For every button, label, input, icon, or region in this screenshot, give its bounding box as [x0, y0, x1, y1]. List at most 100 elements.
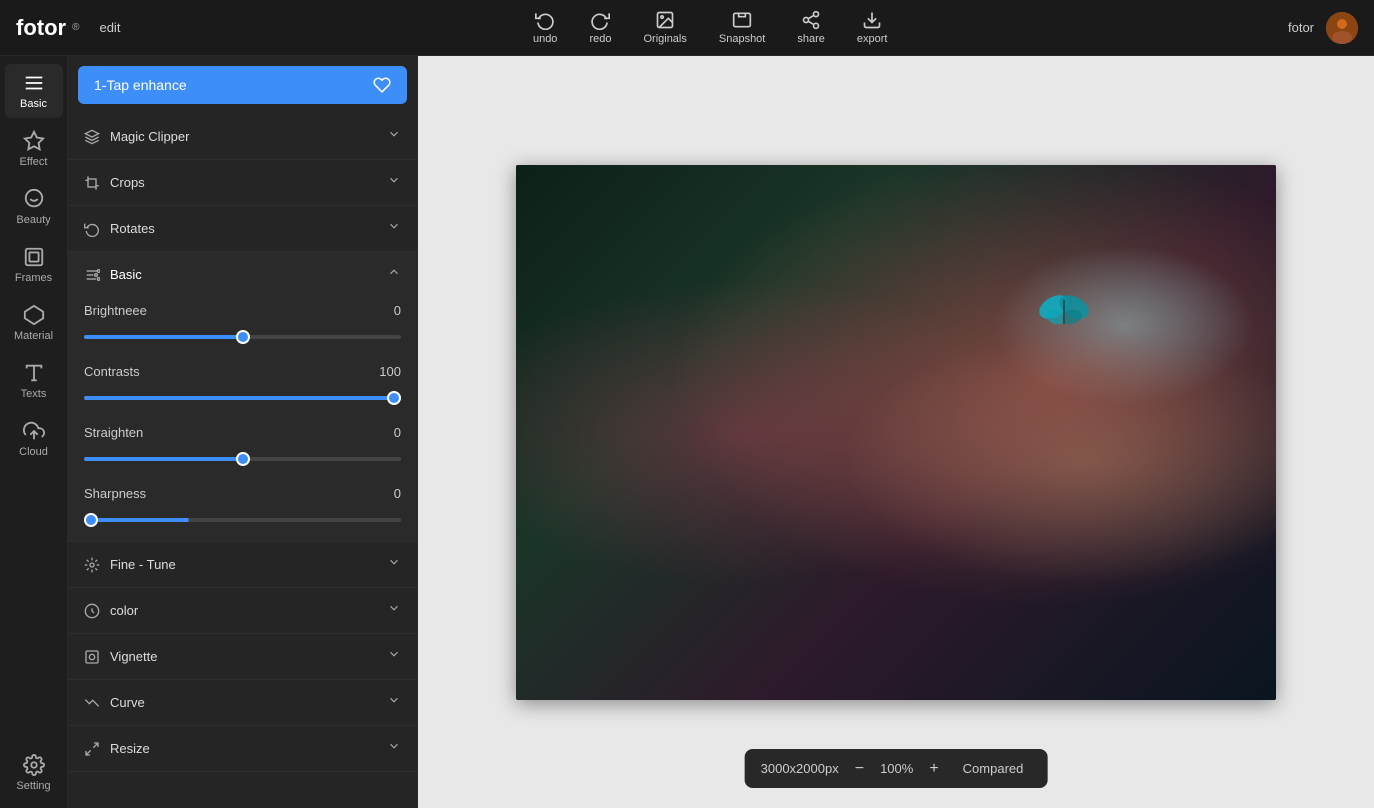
snapshot-icon [732, 10, 752, 30]
vignette-left: Vignette [84, 649, 157, 665]
sidebar-item-texts[interactable]: Texts [5, 354, 63, 408]
icon-bar: Basic Effect Beauty Frames Material Text… [0, 56, 68, 808]
basic-section-icon [84, 267, 100, 283]
texts-icon [23, 362, 45, 384]
color-left: color [84, 603, 138, 619]
zoom-level: 100% [880, 761, 913, 776]
brightness-row: Brightneee 0 [84, 303, 401, 318]
magic-clipper-label: Magic Clipper [110, 129, 189, 144]
sidebar-item-cloud[interactable]: Cloud [5, 412, 63, 466]
color-header[interactable]: color [68, 588, 417, 633]
redo-icon [590, 10, 610, 30]
zoom-in-button[interactable]: + [925, 758, 942, 780]
resize-icon [84, 741, 100, 757]
curve-icon [84, 695, 100, 711]
sidebar-item-label: Material [14, 330, 53, 342]
export-action[interactable]: export [857, 10, 888, 45]
undo-label: undo [533, 33, 557, 45]
basic-icon [23, 72, 45, 94]
avatar[interactable] [1326, 12, 1358, 44]
rotates-icon [84, 221, 100, 237]
enhance-label: 1-Tap enhance [94, 77, 187, 93]
sidebar-item-frames[interactable]: Frames [5, 238, 63, 292]
redo-label: redo [589, 33, 611, 45]
rotates-section: Rotates [68, 206, 417, 252]
sharpness-value: 0 [394, 486, 401, 501]
snapshot-action[interactable]: Snapshot [719, 10, 765, 45]
curve-label: Curve [110, 695, 145, 710]
sidebar-item-material[interactable]: Material [5, 296, 63, 350]
sidebar-item-label: Texts [21, 388, 47, 400]
vignette-header[interactable]: Vignette [68, 634, 417, 679]
enhance-button[interactable]: 1-Tap enhance [78, 66, 407, 104]
redo-action[interactable]: redo [589, 10, 611, 45]
export-icon [862, 10, 882, 30]
crops-left: Crops [84, 175, 145, 191]
sidebar-item-effect[interactable]: Effect [5, 122, 63, 176]
straighten-input[interactable] [84, 457, 401, 461]
originals-icon [655, 10, 675, 30]
undo-action[interactable]: undo [533, 10, 557, 45]
edit-label: edit [99, 20, 120, 35]
compare-button[interactable]: Compared [955, 757, 1032, 780]
user-name: fotor [1288, 20, 1314, 35]
resize-section: Resize [68, 726, 417, 772]
chevron-icon [387, 173, 401, 192]
magic-clipper-header[interactable]: Magic Clipper [68, 114, 417, 159]
magic-clipper-icon [84, 129, 100, 145]
logo-sup: ® [72, 22, 79, 33]
share-label: share [797, 33, 825, 45]
contrasts-input[interactable] [84, 396, 401, 400]
resize-header[interactable]: Resize [68, 726, 417, 771]
color-section: color [68, 588, 417, 634]
straighten-label: Straighten [84, 425, 143, 440]
fine-tune-section: Fine - Tune [68, 542, 417, 588]
sidebar-item-setting[interactable]: Setting [5, 746, 63, 800]
photo-overlay [516, 165, 1276, 700]
sharpness-input[interactable] [84, 518, 401, 522]
color-label: color [110, 603, 138, 618]
chevron-icon [387, 127, 401, 146]
side-panel: 1-Tap enhance Magic Clipper Crops [68, 56, 418, 808]
header-right: fotor [1288, 12, 1358, 44]
logo-text: fotor [16, 15, 66, 41]
edit-dropdown[interactable]: edit [91, 16, 132, 39]
header: fotor ® edit undo redo Originals Snapshot… [0, 0, 1374, 56]
crops-label: Crops [110, 175, 145, 190]
rotates-header[interactable]: Rotates [68, 206, 417, 251]
originals-action[interactable]: Originals [643, 10, 686, 45]
sidebar-item-beauty[interactable]: Beauty [5, 180, 63, 234]
fine-tune-header[interactable]: Fine - Tune [68, 542, 417, 587]
contrasts-value: 100 [379, 364, 401, 379]
brightness-value: 0 [394, 303, 401, 318]
undo-icon [535, 10, 555, 30]
compare-label: Compared [963, 761, 1024, 776]
resize-label: Resize [110, 741, 150, 756]
contrasts-row: Contrasts 100 [84, 364, 401, 379]
setting-icon [23, 754, 45, 776]
sidebar-item-basic[interactable]: Basic [5, 64, 63, 118]
material-icon [23, 304, 45, 326]
fine-tune-icon [84, 557, 100, 573]
sidebar-item-label: Basic [20, 98, 47, 110]
brightness-input[interactable] [84, 335, 401, 339]
crops-header[interactable]: Crops [68, 160, 417, 205]
main-layout: Basic Effect Beauty Frames Material Text… [0, 56, 1374, 808]
header-actions: undo redo Originals Snapshot share expor… [132, 10, 1288, 45]
straighten-row: Straighten 0 [84, 425, 401, 440]
chevron-icon [387, 739, 401, 758]
rotates-left: Rotates [84, 221, 155, 237]
straighten-value: 0 [394, 425, 401, 440]
rotates-label: Rotates [110, 221, 155, 236]
vignette-label: Vignette [110, 649, 157, 664]
zoom-out-button[interactable]: − [851, 758, 868, 780]
share-action[interactable]: share [797, 10, 825, 45]
basic-header[interactable]: Basic [68, 252, 417, 297]
originals-label: Originals [643, 33, 686, 45]
image-dimensions: 3000x2000px [761, 761, 839, 776]
chevron-icon [387, 693, 401, 712]
vignette-section: Vignette [68, 634, 417, 680]
magic-clipper-left: Magic Clipper [84, 129, 189, 145]
curve-section: Curve [68, 680, 417, 726]
curve-header[interactable]: Curve [68, 680, 417, 725]
